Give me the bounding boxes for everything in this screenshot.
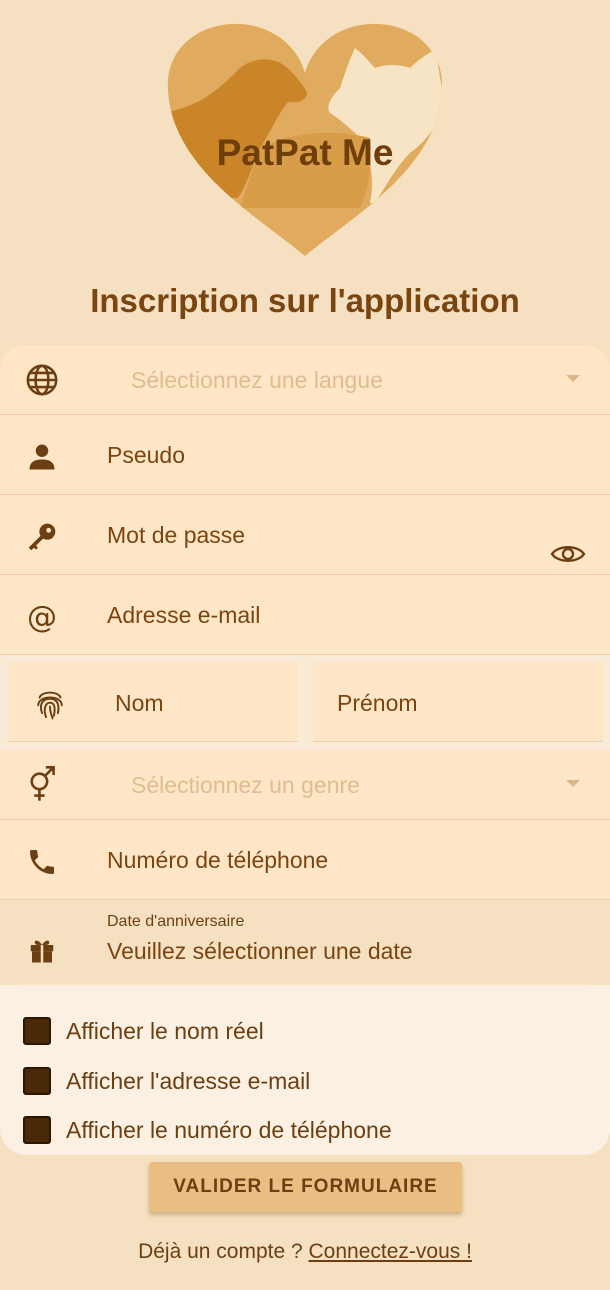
last-name-field[interactable]: Nom bbox=[8, 662, 298, 742]
at-icon: @ bbox=[27, 599, 57, 635]
phone-placeholder: Numéro de téléphone bbox=[107, 847, 329, 873]
submit-form-button[interactable]: VALIDER LE FORMULAIRE bbox=[149, 1162, 462, 1212]
gift-icon bbox=[22, 930, 62, 970]
show-email-option[interactable]: Afficher l'adresse e-mail bbox=[23, 1067, 310, 1095]
show-email-checkbox[interactable] bbox=[23, 1067, 51, 1095]
show-real-name-checkbox[interactable] bbox=[23, 1017, 51, 1045]
login-link[interactable]: Connectez-vous ! bbox=[309, 1240, 472, 1263]
globe-icon bbox=[22, 360, 62, 400]
person-icon bbox=[22, 437, 62, 477]
gender-select-placeholder: Sélectionnez un genre bbox=[131, 772, 360, 798]
eye-icon[interactable] bbox=[548, 534, 588, 574]
signup-form: Sélectionnez une langue Pseudo Mot de pa… bbox=[0, 345, 610, 985]
show-phone-option[interactable]: Afficher le numéro de téléphone bbox=[23, 1116, 392, 1144]
show-phone-checkbox[interactable] bbox=[23, 1116, 51, 1144]
gender-icon bbox=[22, 764, 62, 804]
phone-field[interactable]: Numéro de téléphone bbox=[0, 820, 610, 900]
birthday-value: Veuillez sélectionner une date bbox=[107, 938, 413, 964]
login-prompt: Déjà un compte ? Connectez-vous ! bbox=[0, 1240, 610, 1264]
phone-icon bbox=[22, 842, 62, 882]
email-field[interactable]: @ Adresse e-mail bbox=[0, 575, 610, 655]
language-select-placeholder: Sélectionnez une langue bbox=[131, 367, 383, 393]
privacy-options: Afficher le nom réel Afficher l'adresse … bbox=[0, 985, 610, 1155]
fingerprint-icon bbox=[30, 684, 70, 724]
page-title: Inscription sur l'application bbox=[90, 282, 520, 319]
last-name-placeholder: Nom bbox=[115, 690, 164, 716]
show-email-label: Afficher l'adresse e-mail bbox=[66, 1067, 311, 1094]
birthday-label: Date d'anniversaire bbox=[107, 913, 245, 930]
show-real-name-option[interactable]: Afficher le nom réel bbox=[23, 1017, 264, 1045]
pseudo-field[interactable]: Pseudo bbox=[0, 415, 610, 495]
show-real-name-label: Afficher le nom réel bbox=[66, 1017, 264, 1044]
language-select[interactable]: Sélectionnez une langue bbox=[0, 345, 610, 415]
birthday-field[interactable]: Date d'anniversaire Veuillez sélectionne… bbox=[0, 900, 610, 984]
app-name: PatPat Me bbox=[216, 132, 394, 173]
first-name-placeholder: Prénom bbox=[337, 690, 418, 716]
show-phone-label: Afficher le numéro de téléphone bbox=[66, 1116, 392, 1143]
password-placeholder: Mot de passe bbox=[107, 522, 246, 548]
first-name-field[interactable]: Prénom bbox=[313, 662, 603, 742]
pseudo-placeholder: Pseudo bbox=[107, 442, 186, 468]
password-field[interactable]: Mot de passe bbox=[0, 495, 610, 575]
login-prompt-text: Déjà un compte ? bbox=[138, 1240, 303, 1263]
chevron-down-icon bbox=[566, 780, 580, 787]
gender-select[interactable]: Sélectionnez un genre bbox=[0, 750, 610, 820]
chevron-down-icon bbox=[566, 375, 580, 382]
key-icon bbox=[22, 517, 62, 557]
signup-screen: PatPat Me Inscription sur l'application … bbox=[0, 0, 610, 1290]
name-row: Nom Prénom bbox=[0, 655, 610, 750]
app-logo: PatPat Me bbox=[160, 18, 450, 263]
email-placeholder: Adresse e-mail bbox=[107, 602, 261, 628]
